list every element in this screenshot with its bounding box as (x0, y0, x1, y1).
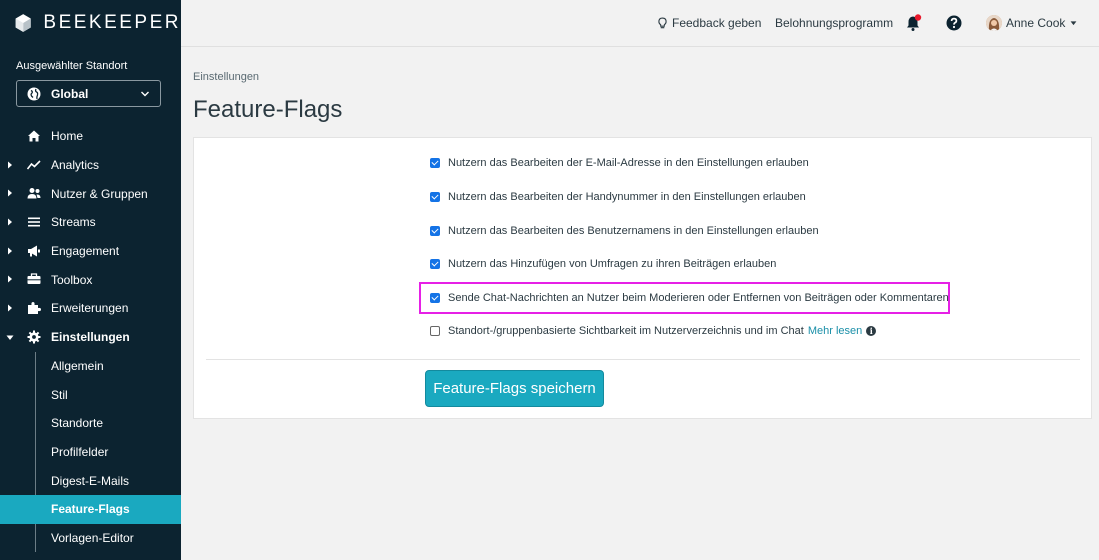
settings-submenu: Allgemein Stil Standorte Profilfelder Di… (0, 351, 181, 553)
sidebar-item-label: Erweiterungen (51, 301, 129, 316)
caret-down-icon (1070, 20, 1077, 25)
sidebar-item-label: Home (51, 129, 84, 144)
divider (206, 359, 1080, 360)
checkbox[interactable] (430, 259, 440, 269)
caret-right-icon (8, 275, 12, 283)
sidebar-item-extensions[interactable]: Erweiterungen (0, 294, 181, 323)
caret-right-icon (8, 189, 12, 197)
sidebar-item-label: Analytics (51, 158, 100, 173)
breadcrumb[interactable]: Einstellungen (193, 71, 259, 83)
sidebar-item-label: Engagement (51, 244, 120, 259)
sidebar-subitem-feature-flags[interactable]: Feature-Flags (0, 494, 181, 524)
logo[interactable]: BEEKEEPER (0, 0, 181, 46)
sidebar-subitem-style[interactable]: Stil (0, 380, 181, 409)
sidebar-nav: Home Analytics Nutzer & Gruppen Streams … (0, 122, 181, 553)
read-more-link[interactable]: Mehr lesen (808, 325, 862, 337)
save-button[interactable]: Feature-Flags speichern (425, 370, 604, 407)
caret-right-icon (8, 247, 12, 255)
page-title: Feature-Flags (193, 96, 343, 123)
location-label: Ausgewählter Standort (16, 60, 128, 72)
home-icon (28, 130, 40, 142)
flag-email-edit[interactable]: Nutzern das Bearbeiten der E-Mail-Adress… (430, 157, 809, 169)
flag-moderation-chat[interactable]: Sende Chat-Nachrichten an Nutzer beim Mo… (430, 292, 949, 304)
sidebar-item-toolbox[interactable]: Toolbox (0, 265, 181, 294)
sidebar-subitem-digest-emails[interactable]: Digest-E-Mails (0, 466, 181, 495)
lightbulb-icon (658, 17, 667, 28)
user-name: Anne Cook (1006, 16, 1066, 30)
flag-label: Nutzern das Hinzufügen von Umfragen zu i… (448, 258, 777, 270)
toolbox-icon (27, 273, 41, 285)
rewards-label: Belohnungsprogramm (775, 16, 894, 30)
sidebar-item-label: Nutzer & Gruppen (51, 186, 148, 201)
info-icon[interactable]: i (866, 326, 877, 336)
chevron-down-icon (141, 91, 149, 97)
bell-icon (907, 14, 922, 31)
flag-label: Nutzern das Bearbeiten des Benutzernamen… (448, 225, 819, 237)
feedback-link[interactable]: Feedback geben (658, 16, 761, 30)
caret-down-icon (6, 335, 14, 340)
flag-label: Nutzern das Bearbeiten der Handynummer i… (448, 191, 806, 203)
sidebar-item-label: Toolbox (51, 272, 93, 287)
beekeeper-logo-icon (15, 14, 31, 32)
sidebar-subitem-locations[interactable]: Standorte (0, 409, 181, 438)
flag-label: Standort-/gruppenbasierte Sichtbarkeit i… (448, 325, 804, 337)
sidebar-item-engagement[interactable]: Engagement (0, 237, 181, 266)
feedback-label: Feedback geben (672, 16, 762, 30)
checkbox[interactable] (430, 226, 440, 236)
checkbox[interactable] (430, 158, 440, 168)
sidebar-item-label: Streams (51, 215, 96, 230)
user-menu[interactable]: Anne Cook (986, 15, 1077, 31)
globe-icon (27, 87, 41, 100)
flag-label: Nutzern das Bearbeiten der E-Mail-Adress… (448, 157, 809, 169)
streams-icon (28, 217, 40, 227)
sidebar-subitem-general[interactable]: Allgemein (0, 352, 181, 381)
rewards-link[interactable]: Belohnungsprogramm (775, 16, 893, 30)
sidebar: BEEKEEPER Ausgewählter Standort Global H… (0, 0, 181, 560)
checkbox[interactable] (430, 326, 440, 336)
caret-right-icon (8, 218, 12, 226)
flag-label: Sende Chat-Nachrichten an Nutzer beim Mo… (448, 292, 949, 304)
avatar (986, 15, 1002, 31)
flag-username-edit[interactable]: Nutzern das Bearbeiten des Benutzernamen… (430, 225, 819, 237)
notifications-button[interactable] (906, 14, 922, 32)
megaphone-icon (28, 245, 40, 257)
sidebar-item-streams[interactable]: Streams (0, 208, 181, 237)
flag-polls[interactable]: Nutzern das Hinzufügen von Umfragen zu i… (430, 258, 776, 270)
logo-text: BEEKEEPER (43, 12, 181, 33)
caret-right-icon (8, 304, 12, 312)
checkbox[interactable] (430, 293, 440, 303)
location-value: Global (51, 86, 89, 101)
users-icon (27, 188, 41, 199)
gear-icon (27, 330, 41, 344)
analytics-icon (27, 160, 41, 170)
puzzle-icon (28, 302, 41, 315)
sidebar-item-label: Einstellungen (51, 330, 130, 345)
flag-visibility[interactable]: Standort-/gruppenbasierte Sichtbarkeit i… (430, 325, 877, 337)
checkbox[interactable] (430, 192, 440, 202)
sidebar-item-settings[interactable]: Einstellungen (0, 323, 181, 352)
sidebar-item-users[interactable]: Nutzer & Gruppen (0, 179, 181, 208)
sidebar-subitem-template-editor[interactable]: Vorlagen-Editor (0, 524, 181, 553)
top-header: Feedback geben Belohnungsprogramm Anne C… (181, 0, 1099, 47)
location-select[interactable]: Global (16, 80, 161, 107)
help-icon (946, 15, 962, 31)
feature-flags-card: Nutzern das Bearbeiten der E-Mail-Adress… (193, 137, 1092, 419)
caret-right-icon (8, 161, 12, 169)
sidebar-item-home[interactable]: Home (0, 122, 181, 151)
sidebar-subitem-profile-fields[interactable]: Profilfelder (0, 438, 181, 467)
sidebar-item-analytics[interactable]: Analytics (0, 151, 181, 180)
help-button[interactable] (946, 15, 962, 31)
flag-phone-edit[interactable]: Nutzern das Bearbeiten der Handynummer i… (430, 191, 806, 203)
